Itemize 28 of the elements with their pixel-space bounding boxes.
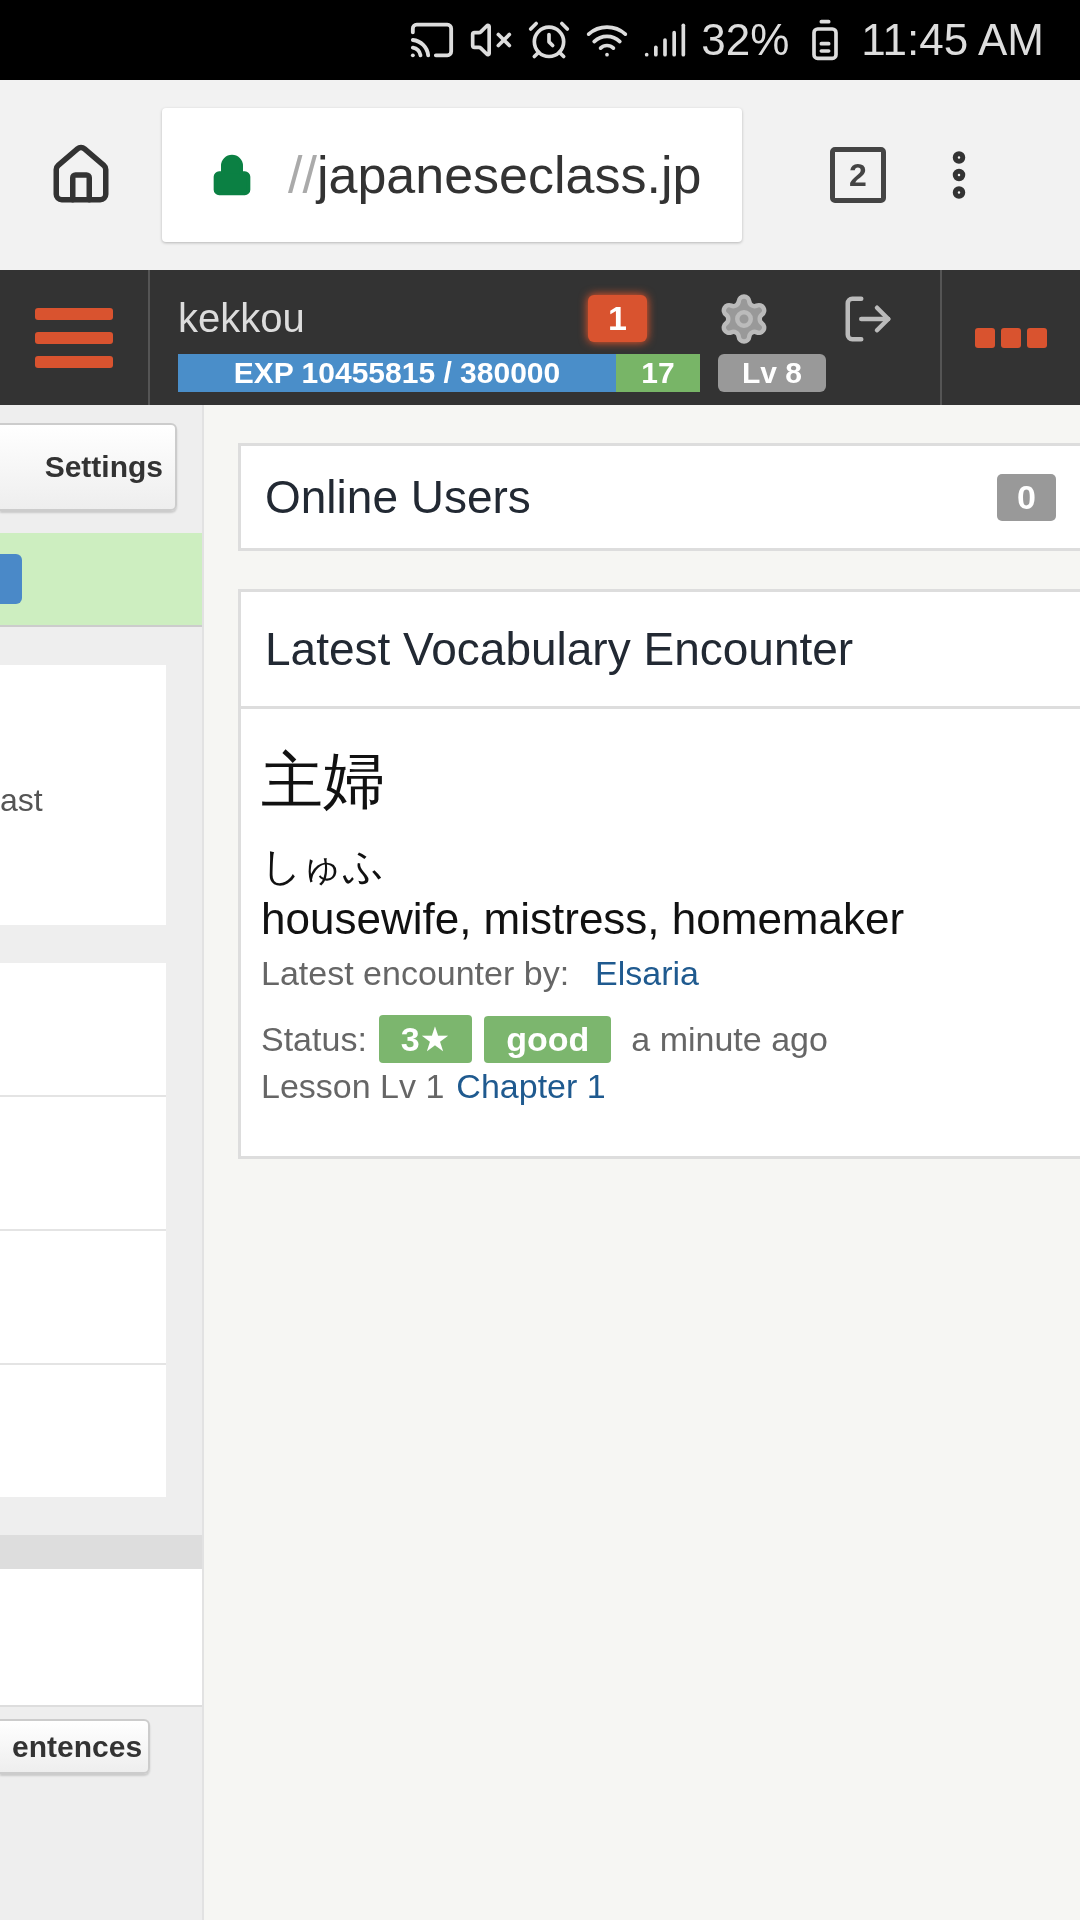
username: kekkou [178, 296, 306, 341]
vocabulary-word: 主婦 [261, 743, 386, 819]
tab-switcher[interactable]: 2 [830, 147, 886, 203]
url-field[interactable]: //japaneseclass.jp [162, 108, 742, 242]
word-reading: しゅふ [261, 842, 385, 891]
sentences-button[interactable]: entences [0, 1719, 150, 1774]
notification-badge[interactable]: 1 [588, 295, 647, 342]
battery-percent: 32% [701, 15, 790, 65]
user-link[interactable]: Elsaria [595, 954, 700, 993]
status-tag: 3★ [378, 1015, 473, 1063]
user-count: 0 [997, 473, 1056, 521]
time-ago: a minute ago [631, 1019, 828, 1059]
level-badge: Lv 8 [718, 353, 826, 392]
clock: 11:45 AM [861, 15, 1044, 65]
chapter-link[interactable]: Chapter 1 [456, 1067, 606, 1106]
lesson-level: Lesson Lv 1 [261, 1067, 445, 1106]
streak-badge: 17 [616, 353, 700, 392]
panel-text: ast [0, 781, 43, 819]
status-tag: good [484, 1015, 612, 1063]
card-title: Online Users [265, 470, 531, 524]
url-text: //japaneseclass.jp [288, 145, 702, 205]
more-icon[interactable] [975, 327, 1047, 348]
word-meaning: housewife, mistress, homemaker [261, 894, 906, 944]
card-title: Latest Vocabulary Encounter [265, 622, 854, 676]
encounter-label: Latest encounter by: [261, 954, 570, 993]
exp-bar: EXP 10455815 / 380000 [178, 353, 616, 392]
settings-button[interactable]: Settings [0, 423, 177, 511]
status-label: Status: [261, 1019, 367, 1059]
